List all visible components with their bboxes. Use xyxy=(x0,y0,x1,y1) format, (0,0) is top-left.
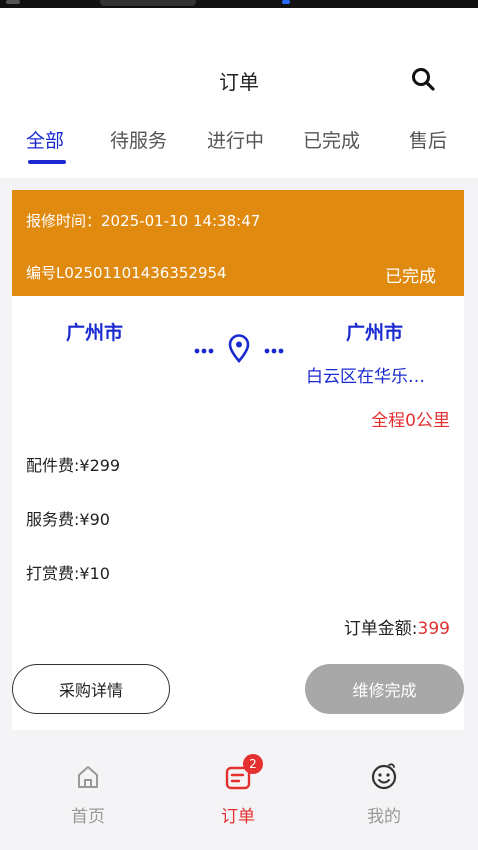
route-distance: 全程0公里 xyxy=(371,411,450,431)
order-tabs: 全部 待服务 进行中 已完成 售后 xyxy=(0,126,478,166)
nav-home-label: 首页 xyxy=(71,807,105,827)
order-total-label: 订单金额: xyxy=(343,619,418,639)
active-tab-indicator xyxy=(28,160,66,164)
parts-fee: 配件费:¥299 xyxy=(26,456,121,475)
order-number: 编号L02501101436352954 xyxy=(26,264,227,282)
smiley-face-icon xyxy=(371,763,397,790)
search-button[interactable] xyxy=(408,64,440,96)
tab-all[interactable]: 全部 xyxy=(26,126,64,153)
tab-pending[interactable]: 待服务 xyxy=(110,126,167,153)
search-icon xyxy=(412,68,435,91)
destination-address: 白云区在华乐… xyxy=(306,367,425,387)
nav-mine[interactable]: 我的 xyxy=(334,762,434,827)
status-indicator xyxy=(100,0,196,6)
destination-city: 广州市 xyxy=(346,322,404,344)
order-card-header: 报修时间：2025-01-10 14:38:47 编号L025011014363… xyxy=(12,190,464,296)
order-card[interactable]: 报修时间：2025-01-10 14:38:47 编号L025011014363… xyxy=(12,190,464,730)
nav-orders[interactable]: 2 订单 xyxy=(188,754,288,827)
order-status: 已完成 xyxy=(385,267,436,287)
status-bar xyxy=(0,0,478,8)
status-indicator xyxy=(282,0,290,4)
order-count-badge: 2 xyxy=(243,754,263,774)
report-time: 报修时间：2025-01-10 14:38:47 xyxy=(26,212,261,230)
bottom-nav: 首页 2 订单 我的 xyxy=(0,744,478,850)
order-total: 订单金额:399 xyxy=(344,614,450,639)
origin-city: 广州市 xyxy=(66,322,124,344)
tab-after-sales[interactable]: 售后 xyxy=(409,126,447,153)
route-location-icon xyxy=(194,334,284,363)
status-indicator xyxy=(6,0,20,4)
tab-in-progress[interactable]: 进行中 xyxy=(207,126,264,153)
tab-completed[interactable]: 已完成 xyxy=(303,126,360,153)
nav-home[interactable]: 首页 xyxy=(38,762,138,827)
order-total-amount: 399 xyxy=(417,619,450,639)
repair-complete-button[interactable]: 维修完成 xyxy=(305,664,464,714)
service-fee: 服务费:¥90 xyxy=(26,510,110,529)
tip-fee: 打赏费:¥10 xyxy=(26,564,110,583)
page-title: 订单 xyxy=(219,70,259,94)
purchase-details-button[interactable]: 采购详情 xyxy=(12,664,170,714)
home-icon xyxy=(78,766,98,788)
nav-mine-label: 我的 xyxy=(367,807,401,827)
nav-orders-label: 订单 xyxy=(221,807,255,827)
